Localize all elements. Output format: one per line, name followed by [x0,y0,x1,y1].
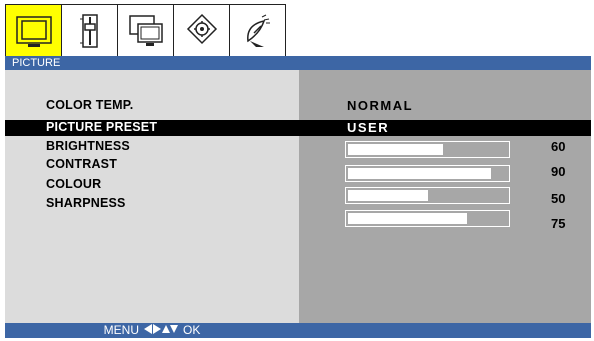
sharpness-label[interactable]: SHARPNESS [46,196,126,210]
colour-slider-fill [348,190,428,201]
tab-channel[interactable] [229,4,286,56]
tab-setup[interactable] [173,4,230,56]
tv-screen-icon [15,15,52,47]
tab-display[interactable] [117,4,174,56]
page-title: PICTURE [5,56,299,70]
colour-value: 50 [551,191,566,206]
sharpness-slider[interactable] [345,210,510,227]
brightness-slider-fill [348,144,443,155]
brightness-value: 60 [551,139,566,154]
dual-monitor-icon [128,14,163,46]
colour-slider[interactable] [345,187,510,204]
ok-hint-label: OK [183,323,201,337]
satellite-dish-icon [246,14,270,47]
header-right-bar [299,56,591,70]
color-temp-value[interactable]: NORMAL [347,98,413,113]
settings-gear-icon [186,13,217,44]
contrast-slider-fill [348,168,491,179]
menu-hint-label: MENU [103,323,139,337]
footer-right-bar [299,323,591,338]
menu-tabs [5,4,286,56]
colour-label[interactable]: COLOUR [46,177,101,191]
navigation-hint: MENU OK [5,323,299,338]
brightness-label[interactable]: BRIGHTNESS [46,139,130,153]
tab-audio[interactable] [61,4,118,56]
contrast-slider[interactable] [345,165,510,182]
color-temp-label[interactable]: COLOR TEMP. [46,98,133,112]
contrast-value: 90 [551,164,566,179]
tab-picture[interactable] [5,4,62,56]
brightness-slider[interactable] [345,141,510,158]
picture-preset-label[interactable]: PICTURE PRESET [46,120,157,134]
audio-fader-icon [79,13,98,48]
sharpness-value: 75 [551,216,566,231]
direction-arrows-icon [144,323,178,338]
sharpness-slider-fill [348,213,467,224]
picture-preset-value[interactable]: USER [347,120,389,135]
contrast-label[interactable]: CONTRAST [46,157,117,171]
